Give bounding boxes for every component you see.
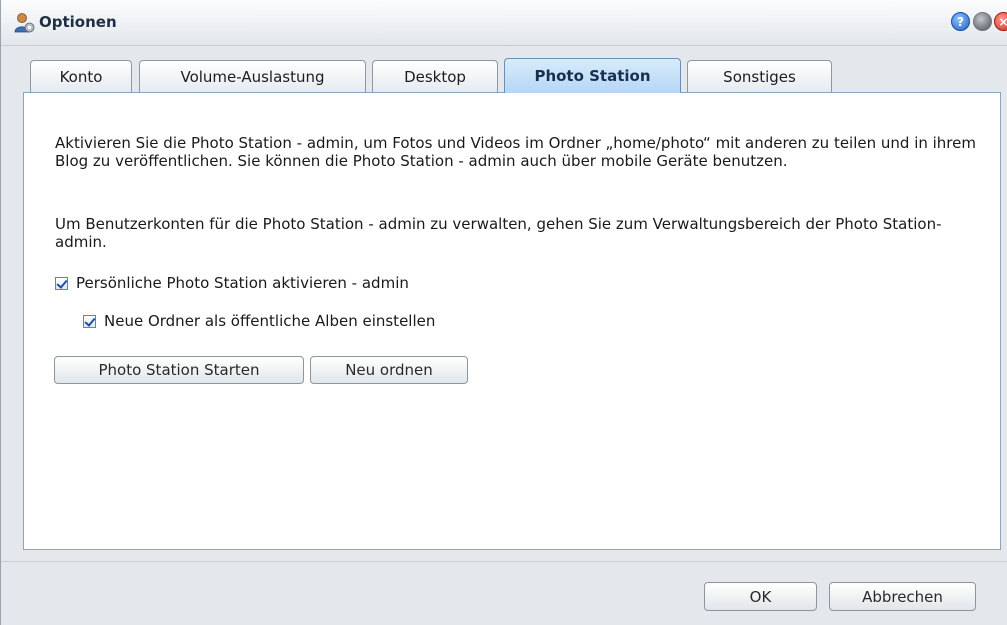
enable-photo-station-checkbox[interactable] bbox=[55, 276, 68, 290]
cancel-button[interactable]: Abbrechen bbox=[829, 582, 976, 611]
ok-button[interactable]: OK bbox=[704, 582, 817, 611]
title-bar[interactable]: Optionen ? × bbox=[1, 0, 1007, 46]
reorder-button[interactable]: Neu ordnen bbox=[310, 356, 468, 384]
close-icon[interactable]: × bbox=[994, 12, 1007, 31]
enable-photo-station-label[interactable]: Persönliche Photo Station aktivieren - a… bbox=[76, 274, 409, 292]
public-albums-row[interactable]: Neue Ordner als öffentliche Alben einste… bbox=[83, 312, 435, 330]
window-title: Optionen bbox=[39, 13, 117, 31]
footer-divider bbox=[1, 561, 1007, 562]
options-dialog: Optionen ? × Konto Volume-Auslastung Des… bbox=[0, 0, 1007, 625]
tab-konto[interactable]: Konto bbox=[30, 60, 132, 92]
intro-text: Aktivieren Sie die Photo Station - admin… bbox=[55, 134, 976, 170]
user-settings-icon bbox=[14, 13, 35, 33]
photo-station-panel: Aktivieren Sie die Photo Station - admin… bbox=[23, 92, 1001, 550]
public-albums-label[interactable]: Neue Ordner als öffentliche Alben einste… bbox=[104, 312, 435, 330]
admin-info-text: Um Benutzerkonten für die Photo Station … bbox=[55, 215, 942, 251]
start-photo-station-button[interactable]: Photo Station Starten bbox=[54, 356, 304, 384]
tab-photo-station[interactable]: Photo Station bbox=[504, 58, 681, 93]
help-icon[interactable]: ? bbox=[951, 12, 970, 31]
public-albums-checkbox[interactable] bbox=[83, 314, 96, 328]
tab-sonstiges[interactable]: Sonstiges bbox=[687, 60, 832, 92]
enable-photo-station-row[interactable]: Persönliche Photo Station aktivieren - a… bbox=[55, 274, 409, 292]
tab-desktop[interactable]: Desktop bbox=[372, 60, 498, 92]
tab-volume-auslastung[interactable]: Volume-Auslastung bbox=[139, 60, 366, 92]
minimize-icon[interactable] bbox=[973, 12, 992, 31]
